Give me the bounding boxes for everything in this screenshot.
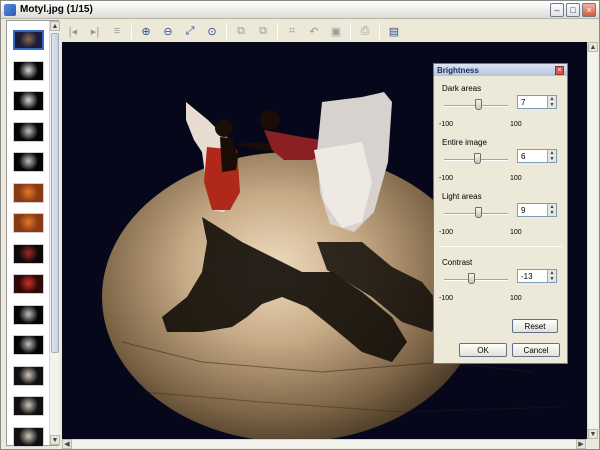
image-viewer-window: Motyl.jpg (1/15) – □ × |◂ ▸| ≡ ⊕ ⊖ ⤢ ⊙ ⧉ ⧉ ⌗ ↶ ▣ ⎙ ▤ … (0, 0, 600, 450)
spinbox-value: 6 (521, 151, 526, 161)
actual-size-icon[interactable]: ⊙ (204, 23, 220, 39)
slider-label: Dark areas (442, 84, 482, 93)
range-min-label: -100 (439, 121, 454, 128)
toolbar-separator (226, 23, 227, 39)
thumbnail[interactable] (13, 335, 44, 355)
maximize-icon[interactable]: □ (566, 3, 580, 17)
spin-down-icon[interactable]: ▼ (547, 276, 556, 282)
minimize-icon[interactable]: – (550, 3, 564, 17)
zoom-in-icon[interactable]: ⊕ (138, 23, 154, 39)
spin-down-icon[interactable]: ▼ (547, 156, 556, 162)
undo-icon[interactable]: ↶ (306, 23, 322, 39)
range-max-label: 100 (510, 121, 522, 128)
slider-thumb[interactable] (468, 273, 476, 284)
toolbar-separator (350, 23, 351, 39)
slider-label: Contrast (442, 258, 473, 267)
thumbnail-scrollbar[interactable]: ▲ ▼ (49, 21, 60, 445)
spinbox-value: 7 (521, 97, 526, 107)
slideshow-icon[interactable]: ▤ (386, 23, 402, 39)
thumbnail[interactable] (13, 30, 44, 50)
scroll-down-icon[interactable]: ▼ (588, 429, 598, 439)
window-title: Motyl.jpg (1/15) (20, 4, 93, 15)
scroll-up-icon[interactable]: ▲ (588, 42, 598, 52)
slider-label: Light areas (442, 192, 482, 201)
image-horizontal-scrollbar[interactable]: ◀ ▶ (62, 439, 587, 449)
range-max-label: 100 (510, 175, 522, 182)
thumbnail[interactable] (13, 365, 44, 386)
toolbar-separator (277, 23, 278, 39)
reset-button[interactable]: Reset (512, 319, 558, 333)
fit-window-icon[interactable]: ⤢ (182, 23, 198, 39)
range-max-label: 100 (510, 295, 522, 302)
title-bar: Motyl.jpg (1/15) – □ × (1, 1, 599, 19)
slider-label: Entire image (442, 138, 487, 147)
brightness-dialog: Brightness × Dark areas 7 ▲ ▼ -100 100 Entire … (433, 63, 568, 364)
range-min-label: -100 (439, 229, 454, 236)
value-spinbox[interactable]: -13 ▲ ▼ (517, 269, 557, 283)
copy-icon[interactable]: ⧉ (233, 23, 249, 39)
scroll-up-icon[interactable]: ▲ (50, 21, 60, 31)
thumbnail[interactable] (13, 213, 44, 233)
value-spinbox[interactable]: 6 ▲ ▼ (517, 149, 557, 163)
thumbnail[interactable] (13, 182, 44, 203)
scroll-down-icon[interactable]: ▼ (50, 435, 60, 445)
thumbnail[interactable] (13, 121, 44, 142)
range-min-label: -100 (439, 175, 454, 182)
slider-thumb[interactable] (474, 99, 482, 110)
cancel-button[interactable]: Cancel (512, 343, 560, 357)
zoom-out-icon[interactable]: ⊖ (160, 23, 176, 39)
value-spinbox[interactable]: 9 ▲ ▼ (517, 203, 557, 217)
scroll-thumb[interactable] (51, 33, 59, 353)
spinbox-value: -13 (521, 271, 533, 281)
paste-icon[interactable]: ⧉ (255, 23, 271, 39)
range-min-label: -100 (439, 295, 454, 302)
spinbox-value: 9 (521, 205, 526, 215)
range-max-label: 100 (510, 229, 522, 236)
save-icon[interactable]: ▣ (328, 23, 344, 39)
toolbar-separator (379, 23, 380, 39)
spin-down-icon[interactable]: ▼ (547, 210, 556, 216)
thumbnail-strip: ▲ ▼ (6, 20, 60, 447)
value-spinbox[interactable]: 7 ▲ ▼ (517, 95, 557, 109)
slider-track[interactable] (444, 279, 508, 281)
scroll-right-icon[interactable]: ▶ (576, 439, 586, 449)
slider-thumb[interactable] (474, 153, 482, 164)
thumbnail[interactable] (13, 243, 44, 264)
thumbnail[interactable] (13, 426, 44, 447)
image-vertical-scrollbar[interactable]: ▲ ▼ (587, 42, 598, 439)
dialog-close-icon[interactable]: × (555, 66, 564, 75)
ok-button[interactable]: OK (459, 343, 507, 357)
thumbnail[interactable] (13, 304, 44, 325)
thumbnail[interactable] (13, 396, 44, 416)
dialog-separator (439, 246, 562, 247)
app-icon (4, 3, 16, 16)
dialog-title: Brightness (434, 64, 567, 76)
close-icon[interactable]: × (582, 3, 596, 17)
toolbar: |◂ ▸| ≡ ⊕ ⊖ ⤢ ⊙ ⧉ ⧉ ⌗ ↶ ▣ ⎙ ▤ (63, 20, 599, 42)
thumbnail[interactable] (13, 152, 44, 172)
thumbnail[interactable] (13, 91, 44, 111)
crop-icon[interactable]: ⌗ (284, 23, 300, 39)
scroll-left-icon[interactable]: ◀ (62, 439, 72, 449)
thumbnail[interactable] (13, 60, 44, 81)
toolbar-separator (131, 23, 132, 39)
spin-down-icon[interactable]: ▼ (547, 102, 556, 108)
slider-thumb[interactable] (475, 207, 483, 218)
thumbnail[interactable] (13, 274, 44, 294)
first-image-icon[interactable]: |◂ (65, 23, 81, 39)
print-icon[interactable]: ⎙ (357, 23, 373, 39)
next-image-icon[interactable]: ▸| (87, 23, 103, 39)
list-icon[interactable]: ≡ (109, 23, 125, 39)
